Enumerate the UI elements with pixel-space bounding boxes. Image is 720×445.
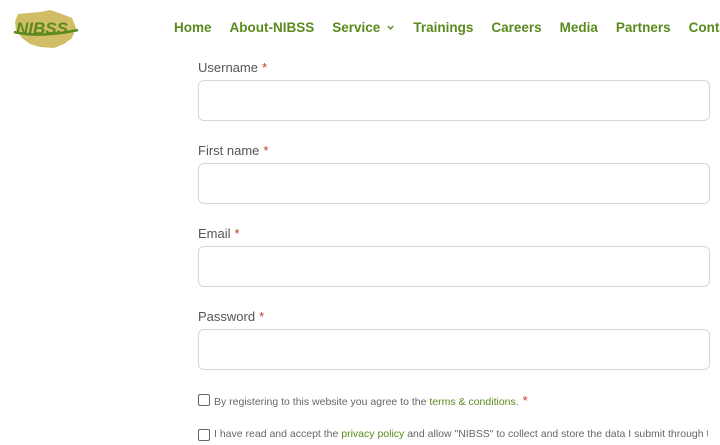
nav-label: Careers — [491, 20, 542, 35]
label-text: Email — [198, 226, 231, 241]
nav-label: About-NIBSS — [229, 20, 315, 35]
password-field-group: Password * — [198, 309, 710, 392]
nav-careers[interactable]: Careers — [491, 20, 541, 35]
required-asterisk: * — [522, 393, 528, 408]
password-input[interactable] — [198, 329, 710, 370]
email-field-group: Email * — [198, 226, 710, 309]
email-input[interactable] — [198, 246, 710, 287]
nav-home[interactable]: Home — [174, 20, 212, 35]
site-header: NIBSS Home About-NIBSS Service Trainings… — [0, 0, 720, 58]
privacy-text-before: I have read and accept the — [214, 428, 339, 440]
required-asterisk: * — [234, 226, 240, 241]
username-field-group: Username * — [198, 60, 710, 143]
nav-partners[interactable]: Partners — [616, 20, 671, 35]
privacy-policy-link[interactable]: privacy policy — [341, 428, 404, 440]
email-label: Email * — [198, 226, 710, 246]
terms-text: By registering to this website you agree… — [214, 393, 528, 408]
nav-trainings[interactable]: Trainings — [413, 20, 473, 35]
svg-text:NIBSS: NIBSS — [16, 19, 69, 38]
label-text: First name — [198, 143, 260, 158]
main-nav: Home About-NIBSS Service Trainings Caree… — [174, 20, 720, 35]
first-name-field-group: First name * — [198, 143, 710, 226]
terms-link[interactable]: terms & conditions. — [429, 396, 518, 408]
required-asterisk: * — [263, 143, 269, 158]
nav-label: Service — [332, 20, 381, 35]
label-text: Password — [198, 309, 256, 324]
terms-row: By registering to this website you agree… — [198, 393, 708, 408]
registration-form: Username * First name * Email * Password * — [198, 60, 710, 392]
privacy-text-after: and allow "NIBSS" to collect and store t… — [407, 428, 708, 440]
privacy-checkbox[interactable] — [198, 429, 210, 441]
chevron-down-icon — [387, 25, 395, 30]
required-asterisk: * — [259, 309, 265, 324]
password-label: Password * — [198, 309, 710, 329]
nav-about[interactable]: About-NIBSS — [230, 20, 315, 35]
terms-text-before: By registering to this website you agree… — [214, 396, 427, 408]
nav-media[interactable]: Media — [560, 20, 598, 35]
terms-checkbox[interactable] — [198, 394, 210, 406]
first-name-label: First name * — [198, 143, 710, 163]
username-label: Username * — [198, 60, 710, 80]
nav-service[interactable]: Service — [332, 20, 395, 35]
nav-label: Partners — [615, 20, 671, 35]
label-text: Username — [198, 60, 258, 75]
nav-label: Contact — [688, 20, 720, 35]
privacy-row: I have read and accept the privacy polic… — [198, 428, 708, 441]
nav-contact[interactable]: Contact — [689, 20, 720, 35]
privacy-text: I have read and accept the privacy polic… — [214, 428, 708, 440]
nav-label: Media — [559, 20, 598, 35]
nibss-logo[interactable]: NIBSS — [10, 8, 82, 50]
first-name-input[interactable] — [198, 163, 710, 204]
username-input[interactable] — [198, 80, 710, 121]
required-asterisk: * — [261, 60, 268, 75]
nav-label: Home — [174, 20, 212, 35]
nav-label: Trainings — [413, 20, 474, 35]
